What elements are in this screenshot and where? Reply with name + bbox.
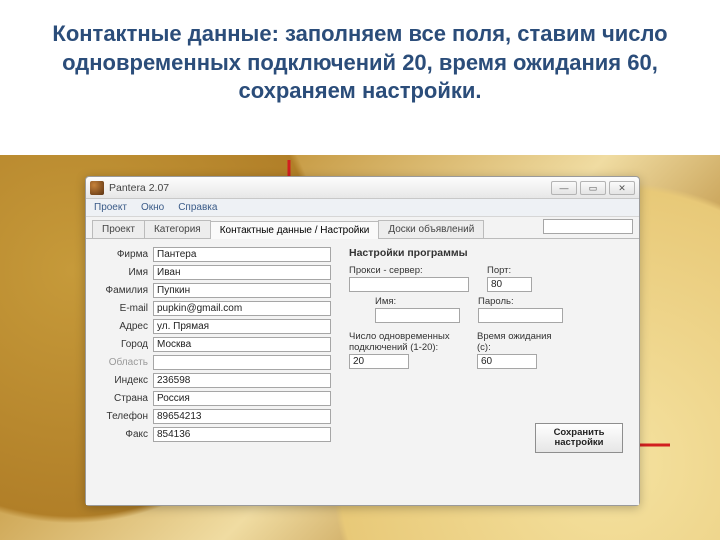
label-timeout: Время ожидания (с): bbox=[477, 331, 557, 353]
menu-project[interactable]: Проект bbox=[94, 202, 127, 213]
input-fax[interactable]: 854136 bbox=[153, 427, 331, 442]
tabstrip: Проект Категория Контактные данные / Нас… bbox=[86, 217, 639, 239]
input-address[interactable]: ул. Прямая bbox=[153, 319, 331, 334]
label-proxy: Прокси - сервер: bbox=[349, 265, 469, 276]
label-connections: Число одновременных подключений (1-20): bbox=[349, 331, 459, 353]
close-button[interactable]: ✕ bbox=[609, 181, 635, 195]
label-fax: Факс bbox=[96, 429, 148, 440]
tab-boards[interactable]: Доски объявлений bbox=[378, 220, 484, 238]
label-port: Порт: bbox=[487, 265, 532, 276]
label-surname: Фамилия bbox=[96, 285, 148, 296]
label-name: Имя bbox=[96, 267, 148, 278]
tab-project[interactable]: Проект bbox=[92, 220, 145, 238]
label-email: E-mail bbox=[96, 303, 148, 314]
menu-help[interactable]: Справка bbox=[178, 202, 217, 213]
window-title: Pantera 2.07 bbox=[109, 182, 551, 194]
input-password[interactable] bbox=[478, 308, 563, 323]
program-settings: Настройки программы Прокси - сервер: Пор… bbox=[349, 247, 629, 495]
label-region: Область bbox=[96, 357, 148, 368]
tab-search-input[interactable] bbox=[543, 219, 633, 234]
input-email[interactable]: pupkin@gmail.com bbox=[153, 301, 331, 316]
minimize-button[interactable]: — bbox=[551, 181, 577, 195]
titlebar: Pantera 2.07 — ▭ ✕ bbox=[86, 177, 639, 199]
input-company[interactable]: Пантера bbox=[153, 247, 331, 262]
tab-category[interactable]: Категория bbox=[144, 220, 211, 238]
label-phone: Телефон bbox=[96, 411, 148, 422]
input-port[interactable]: 80 bbox=[487, 277, 532, 292]
label-password: Пароль: bbox=[478, 296, 563, 307]
label-city: Город bbox=[96, 339, 148, 350]
settings-title: Настройки программы bbox=[349, 247, 629, 259]
slide-title: Контактные данные: заполняем все поля, с… bbox=[0, 0, 720, 116]
label-auth-name: Имя: bbox=[375, 296, 460, 307]
input-region[interactable] bbox=[153, 355, 331, 370]
input-city[interactable]: Москва bbox=[153, 337, 331, 352]
tab-contacts[interactable]: Контактные данные / Настройки bbox=[210, 221, 380, 239]
input-phone[interactable]: 89654213 bbox=[153, 409, 331, 424]
input-surname[interactable]: Пупкин bbox=[153, 283, 331, 298]
input-timeout[interactable]: 60 bbox=[477, 354, 537, 369]
input-country[interactable]: Россия bbox=[153, 391, 331, 406]
input-proxy[interactable] bbox=[349, 277, 469, 292]
menubar: Проект Окно Справка bbox=[86, 199, 639, 217]
contact-form: Фирма Пантера Имя Иван Фамилия Пупкин E-mai… bbox=[96, 247, 331, 495]
app-window: Pantera 2.07 — ▭ ✕ Проект Окно Справка П… bbox=[85, 176, 640, 506]
save-settings-button[interactable]: Сохранить настройки bbox=[535, 423, 623, 453]
maximize-button[interactable]: ▭ bbox=[580, 181, 606, 195]
label-country: Страна bbox=[96, 393, 148, 404]
input-index[interactable]: 236598 bbox=[153, 373, 331, 388]
app-icon bbox=[90, 181, 104, 195]
label-index: Индекс bbox=[96, 375, 148, 386]
input-name[interactable]: Иван bbox=[153, 265, 331, 280]
menu-window[interactable]: Окно bbox=[141, 202, 164, 213]
label-company: Фирма bbox=[96, 249, 148, 260]
label-address: Адрес bbox=[96, 321, 148, 332]
input-connections[interactable]: 20 bbox=[349, 354, 409, 369]
input-auth-name[interactable] bbox=[375, 308, 460, 323]
